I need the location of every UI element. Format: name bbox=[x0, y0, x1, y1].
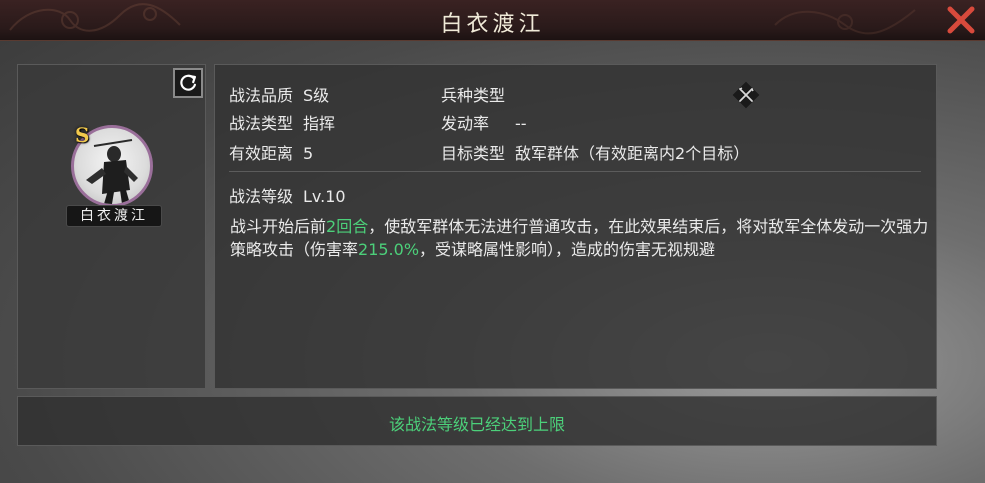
range-label: 有效距离 bbox=[229, 144, 294, 163]
description-highlight-rounds: 2回合 bbox=[326, 217, 369, 236]
crossed-weapons-icon bbox=[731, 80, 761, 110]
range-value: 5 bbox=[303, 144, 314, 163]
skill-name-plate: 白衣渡江 bbox=[66, 205, 162, 227]
page-title: 白衣渡江 bbox=[440, 12, 545, 37]
skill-portrait-panel: S 白衣渡江 bbox=[17, 64, 206, 389]
range-row: 有效距离 5 bbox=[229, 140, 313, 164]
target-type-label: 目标类型 bbox=[441, 144, 506, 163]
unit-type-row: 兵种类型 bbox=[441, 82, 505, 106]
description-highlight-damage: 215.0% bbox=[358, 240, 420, 259]
grade-badge: S bbox=[75, 123, 90, 147]
trigger-rate-value: -- bbox=[515, 114, 527, 133]
skill-info-panel: 战法品质 S级 战法类型 指挥 有效距离 5 兵种类型 发动率 -- 目标类型 敌军群体（… bbox=[214, 64, 937, 389]
skill-detail-panel: S 白衣渡江 战法品质 S级 战法类型 指挥 有效距离 5 兵种类型 发动率 -- 目标… bbox=[17, 64, 937, 389]
description-text: 战斗开始后前 bbox=[230, 217, 327, 236]
close-icon[interactable] bbox=[945, 4, 977, 36]
header-bar: 白衣渡江 bbox=[0, 0, 985, 41]
level-value: Lv.10 bbox=[303, 187, 346, 206]
trigger-rate-row: 发动率 -- bbox=[441, 110, 527, 134]
quality-label: 战法品质 bbox=[229, 86, 294, 105]
type-row: 战法类型 指挥 bbox=[229, 110, 335, 134]
level-row: 战法等级 Lv.10 bbox=[229, 183, 346, 207]
status-bar: 该战法等级已经达到上限 bbox=[17, 396, 937, 446]
level-label: 战法等级 bbox=[229, 187, 294, 206]
type-label: 战法类型 bbox=[229, 114, 294, 133]
type-value: 指挥 bbox=[303, 114, 336, 133]
max-level-message: 该战法等级已经达到上限 bbox=[388, 415, 565, 434]
target-type-row: 目标类型 敌军群体（有效距离内2个目标） bbox=[441, 140, 749, 164]
quality-value: S级 bbox=[303, 86, 330, 105]
description-text: ，受谋略属性影响），造成的伤害无视规避 bbox=[419, 240, 716, 259]
quality-row: 战法品质 S级 bbox=[229, 82, 329, 106]
trigger-rate-label: 发动率 bbox=[441, 114, 490, 133]
refresh-icon[interactable] bbox=[173, 68, 203, 98]
target-type-value: 敌军群体（有效距离内2个目标） bbox=[515, 144, 750, 163]
unit-type-label: 兵种类型 bbox=[441, 86, 506, 105]
section-divider bbox=[229, 171, 921, 172]
skill-description: 战斗开始后前2回合，使敌军群体无法进行普通攻击，在此效果结束后，将对敌军全体发动… bbox=[230, 215, 930, 261]
